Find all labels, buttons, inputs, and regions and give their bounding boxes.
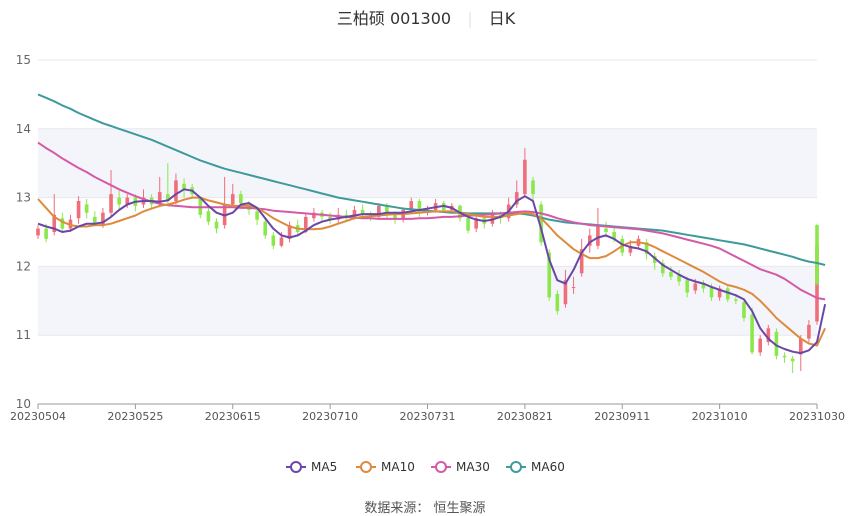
- candle-body: [523, 159, 527, 195]
- legend-marker: [435, 461, 447, 473]
- legend-label: MA5: [311, 460, 337, 474]
- x-tick-label: 20230821: [497, 410, 553, 423]
- grid-band: [38, 128, 817, 198]
- candle-body: [596, 225, 600, 246]
- x-tick-label: 20230525: [107, 410, 163, 423]
- candle-body: [742, 302, 746, 318]
- candle-body: [693, 283, 698, 291]
- x-tick-label: 20230911: [594, 410, 650, 423]
- candle-body: [206, 211, 211, 222]
- candle-body: [604, 228, 608, 232]
- x-tick-label: 20231030: [789, 410, 845, 423]
- chart-title: 三柏硕 001300 日K: [337, 9, 516, 28]
- candle-body: [758, 338, 762, 353]
- x-tick-label: 20230710: [302, 410, 358, 423]
- legend-item-ma30[interactable]: MA30: [431, 460, 490, 474]
- candle-body: [271, 235, 276, 246]
- candle-body: [239, 194, 243, 204]
- legend-marker: [510, 461, 522, 473]
- legend-label: MA30: [456, 460, 490, 474]
- candle-body: [279, 237, 284, 246]
- x-tick-label: 20230731: [400, 410, 456, 423]
- chart-title-period: 日K: [489, 9, 516, 28]
- chart-title-name: 三柏硕 001300: [337, 9, 451, 28]
- y-tick-label: 12: [16, 259, 31, 273]
- candle-body: [44, 228, 48, 239]
- legend-item-ma5[interactable]: MA5: [286, 460, 337, 474]
- candle-body: [709, 287, 714, 298]
- candle-body: [531, 180, 535, 195]
- candle-body: [60, 218, 65, 229]
- candle-body: [734, 299, 738, 301]
- legend[interactable]: MA5 MA10 MA30 MA60: [286, 460, 565, 474]
- x-tick-label: 20231010: [692, 410, 748, 423]
- stock-kline-chart: 三柏硕 001300 日K 151413121110 20230504 20230…: [10, 9, 845, 516]
- candle-body: [84, 204, 89, 213]
- candle-body: [750, 314, 754, 353]
- candle-body: [807, 324, 811, 339]
- y-tick-label: 11: [16, 328, 31, 342]
- grid-bands: [38, 128, 817, 336]
- candle-body: [117, 197, 121, 205]
- y-tick-label: 13: [16, 191, 31, 205]
- legend-label: MA60: [531, 460, 565, 474]
- candle-body: [263, 221, 268, 236]
- grid-lines: [38, 59, 817, 405]
- candle-body: [571, 287, 576, 289]
- candle-body: [669, 271, 673, 277]
- x-tick-label: 20230615: [205, 410, 261, 423]
- candle-body: [466, 218, 470, 231]
- legend-marker: [360, 461, 372, 473]
- candle-body: [555, 293, 560, 312]
- legend-item-ma10[interactable]: MA10: [356, 460, 415, 474]
- candle-body: [36, 228, 40, 236]
- candle-body: [815, 225, 819, 284]
- candle-body: [109, 194, 113, 213]
- y-axis: 15 14 13 12 11 10: [16, 53, 31, 411]
- grid-band: [38, 266, 817, 336]
- candle-body: [174, 180, 178, 202]
- candle-body: [230, 194, 235, 205]
- legend-label: MA10: [381, 460, 415, 474]
- legend-item-ma60[interactable]: MA60: [506, 460, 565, 474]
- x-axis: 20230504 20230525 20230615 20230710 20230731…: [10, 404, 845, 423]
- candle-body: [685, 280, 689, 293]
- candle-body: [790, 358, 795, 362]
- y-tick-label: 15: [16, 53, 31, 67]
- candle-body: [255, 211, 259, 220]
- y-tick-label: 10: [16, 397, 31, 411]
- candle-body: [782, 355, 787, 358]
- legend-marker: [290, 461, 302, 473]
- x-tick-label: 20230504: [10, 410, 66, 423]
- candle-body: [76, 201, 81, 219]
- candle-body: [214, 221, 219, 229]
- data-source-note: 数据来源： 恒生聚源: [364, 501, 485, 516]
- y-tick-label: 14: [16, 122, 31, 136]
